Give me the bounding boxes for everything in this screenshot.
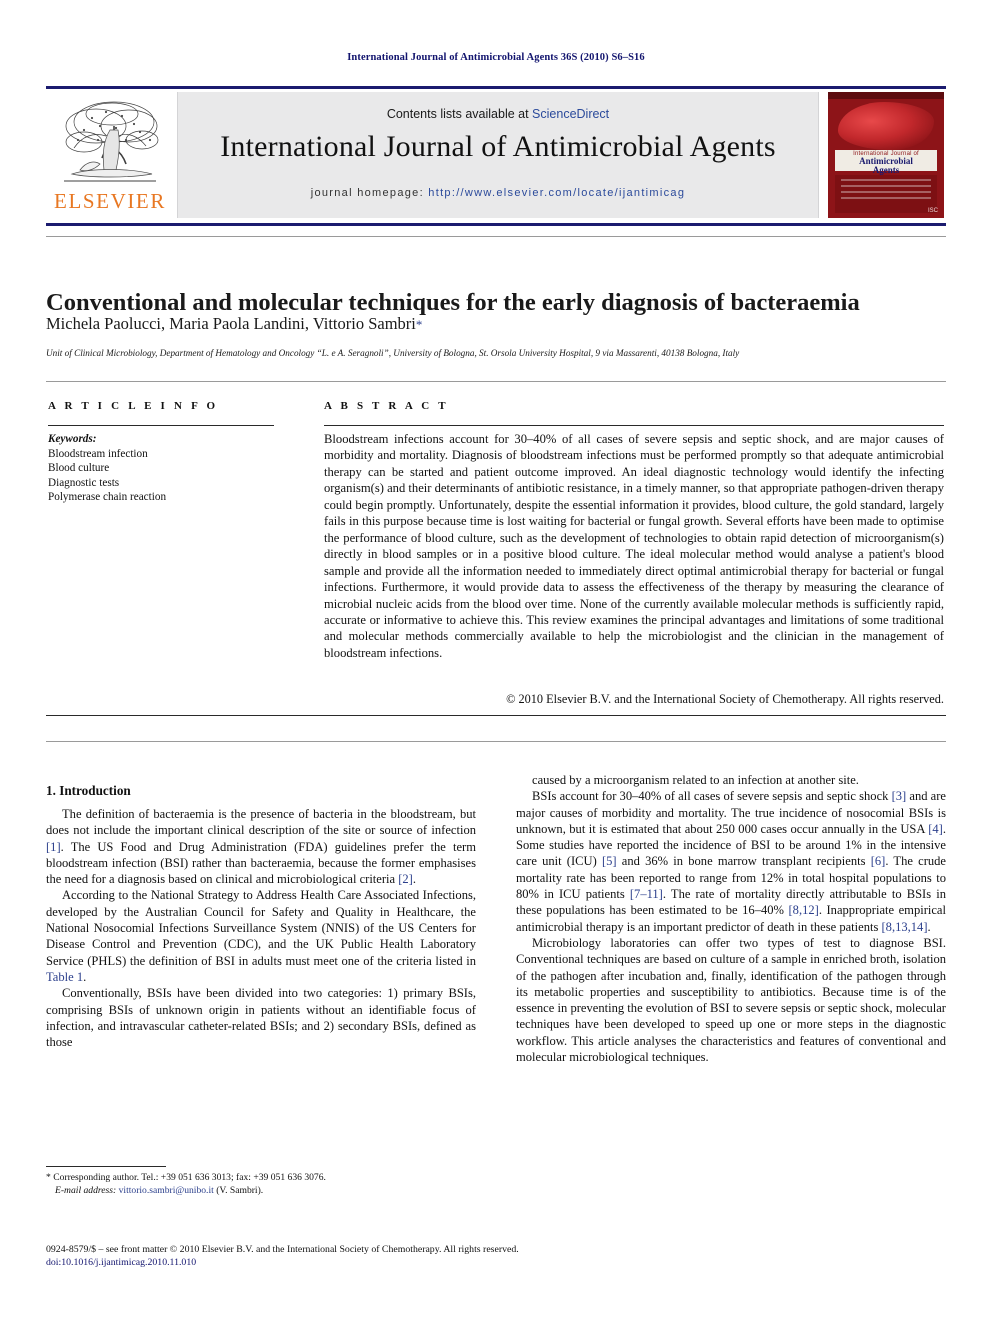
body-top-rule: [46, 741, 946, 742]
citation-link[interactable]: [6]: [871, 854, 886, 868]
body-column-left: The definition of bacteraemia is the pre…: [46, 806, 476, 1050]
citation-link[interactable]: [5]: [602, 854, 617, 868]
citation-link[interactable]: [4]: [928, 822, 943, 836]
citation-link[interactable]: [3]: [892, 789, 907, 803]
cover-lower-panel: [835, 175, 937, 213]
title-separator-rule: [46, 236, 946, 237]
info-top-rule: [46, 381, 946, 382]
abstract-rule: [324, 425, 944, 426]
journal-band: Contents lists available at ScienceDirec…: [177, 92, 819, 218]
author-names: Michela Paolucci, Maria Paola Landini, V…: [46, 314, 416, 333]
footnote-separator-rule: [46, 1166, 166, 1167]
article-first-page: International Journal of Antimicrobial A…: [0, 0, 992, 1323]
contents-prefix: Contents lists available at: [386, 107, 533, 121]
keyword-item: Blood culture: [48, 462, 110, 475]
article-info-heading: A R T I C L E I N F O: [48, 400, 219, 412]
article-info-rule: [48, 425, 274, 426]
masthead-bottom-rule: [46, 223, 946, 226]
email-suffix: (V. Sambri).: [216, 1184, 264, 1196]
author-affiliation: Unit of Clinical Microbiology, Departmen…: [46, 348, 740, 358]
cover-title-strip: International Journal of Antimicrobial A…: [835, 150, 937, 175]
paragraph: Microbiology laboratories can offer two …: [516, 935, 946, 1065]
body-column-right: caused by a microorganism related to an …: [516, 772, 946, 1065]
paragraph: Conventionally, BSIs have been divided i…: [46, 986, 476, 1050]
journal-cover-thumbnail: International Journal of Antimicrobial A…: [828, 92, 944, 218]
journal-masthead: ELSEVIER Contents lists available at Sci…: [46, 86, 946, 226]
paragraph: caused by a microorganism related to an …: [532, 773, 859, 787]
citation-link[interactable]: [8,13,14]: [882, 920, 928, 934]
email-link[interactable]: vittorio.sambri@unibo.it: [119, 1185, 214, 1196]
homepage-url-link[interactable]: http://www.elsevier.com/locate/ijantimic…: [428, 187, 685, 199]
footnote-block: * Corresponding author. Tel.: +39 051 63…: [46, 1172, 476, 1197]
abstract-heading: A B S T R A C T: [324, 400, 449, 412]
abstract-bottom-rule: [46, 715, 946, 716]
citation-link[interactable]: [2]: [398, 872, 413, 886]
corresponding-author-marker: *: [415, 317, 423, 332]
keywords-label: Keywords:: [48, 433, 97, 445]
email-label: E-mail address:: [55, 1184, 117, 1196]
cover-artwork: [838, 102, 934, 150]
running-head: International Journal of Antimicrobial A…: [347, 52, 645, 63]
keywords-block: Keywords: Bloodstream infection Blood cu…: [48, 432, 288, 505]
section-heading-introduction: 1. Introduction: [46, 782, 131, 798]
journal-title: International Journal of Antimicrobial A…: [220, 130, 776, 163]
keyword-item: Diagnostic tests: [48, 476, 120, 489]
cover-rule: [841, 185, 931, 187]
author-list: Michela Paolucci, Maria Paola Landini, V…: [46, 314, 946, 334]
table-link[interactable]: Table 1: [46, 970, 83, 984]
corresponding-author-text: Corresponding author. Tel.: +39 051 636 …: [53, 1172, 326, 1183]
citation-link[interactable]: [7–11]: [630, 887, 663, 901]
sciencedirect-link[interactable]: ScienceDirect: [532, 107, 609, 121]
elsevier-logo: ELSEVIER: [48, 92, 172, 218]
elsevier-tree-icon: [64, 101, 159, 182]
paragraph: BSIs account for 30–40% of all cases of …: [516, 789, 946, 934]
footnote-marker: *: [46, 1172, 51, 1183]
issn-copyright-line: 0924-8579/$ – see front matter © 2010 El…: [46, 1244, 519, 1255]
citation-link[interactable]: [8,12]: [789, 903, 819, 917]
elsevier-wordmark: ELSEVIER: [54, 189, 166, 213]
abstract-copyright: © 2010 Elsevier B.V. and the Internation…: [506, 692, 944, 706]
cover-society-badge: ISC: [927, 208, 938, 214]
contents-lists-line: Contents lists available at ScienceDirec…: [178, 107, 818, 121]
abstract-text: Bloodstream infections account for 30–40…: [324, 432, 945, 660]
cover-top-bar: [828, 92, 944, 99]
cover-line3: Agents: [872, 165, 900, 175]
keyword-item: Bloodstream infection: [48, 447, 148, 460]
masthead-top-rule: [46, 86, 946, 89]
cover-rule: [841, 191, 931, 193]
homepage-prefix: journal homepage:: [310, 187, 429, 199]
corresponding-author-note: * Corresponding author. Tel.: +39 051 63…: [46, 1172, 476, 1185]
keyword-item: Polymerase chain reaction: [48, 491, 167, 504]
cover-rule: [841, 179, 931, 181]
paragraph: According to the National Strategy to Ad…: [46, 888, 476, 984]
email-note: E-mail address: vittorio.sambri@unibo.it…: [46, 1185, 476, 1198]
citation-link[interactable]: [1]: [46, 840, 61, 854]
paragraph: The definition of bacteraemia is the pre…: [46, 807, 476, 887]
doi-line: doi:10.1016/j.ijantimicag.2010.11.010: [46, 1257, 197, 1268]
page-footer: 0924-8579/$ – see front matter © 2010 El…: [46, 1243, 946, 1269]
journal-homepage-line: journal homepage: http://www.elsevier.co…: [178, 187, 818, 199]
cover-rule: [841, 197, 931, 199]
